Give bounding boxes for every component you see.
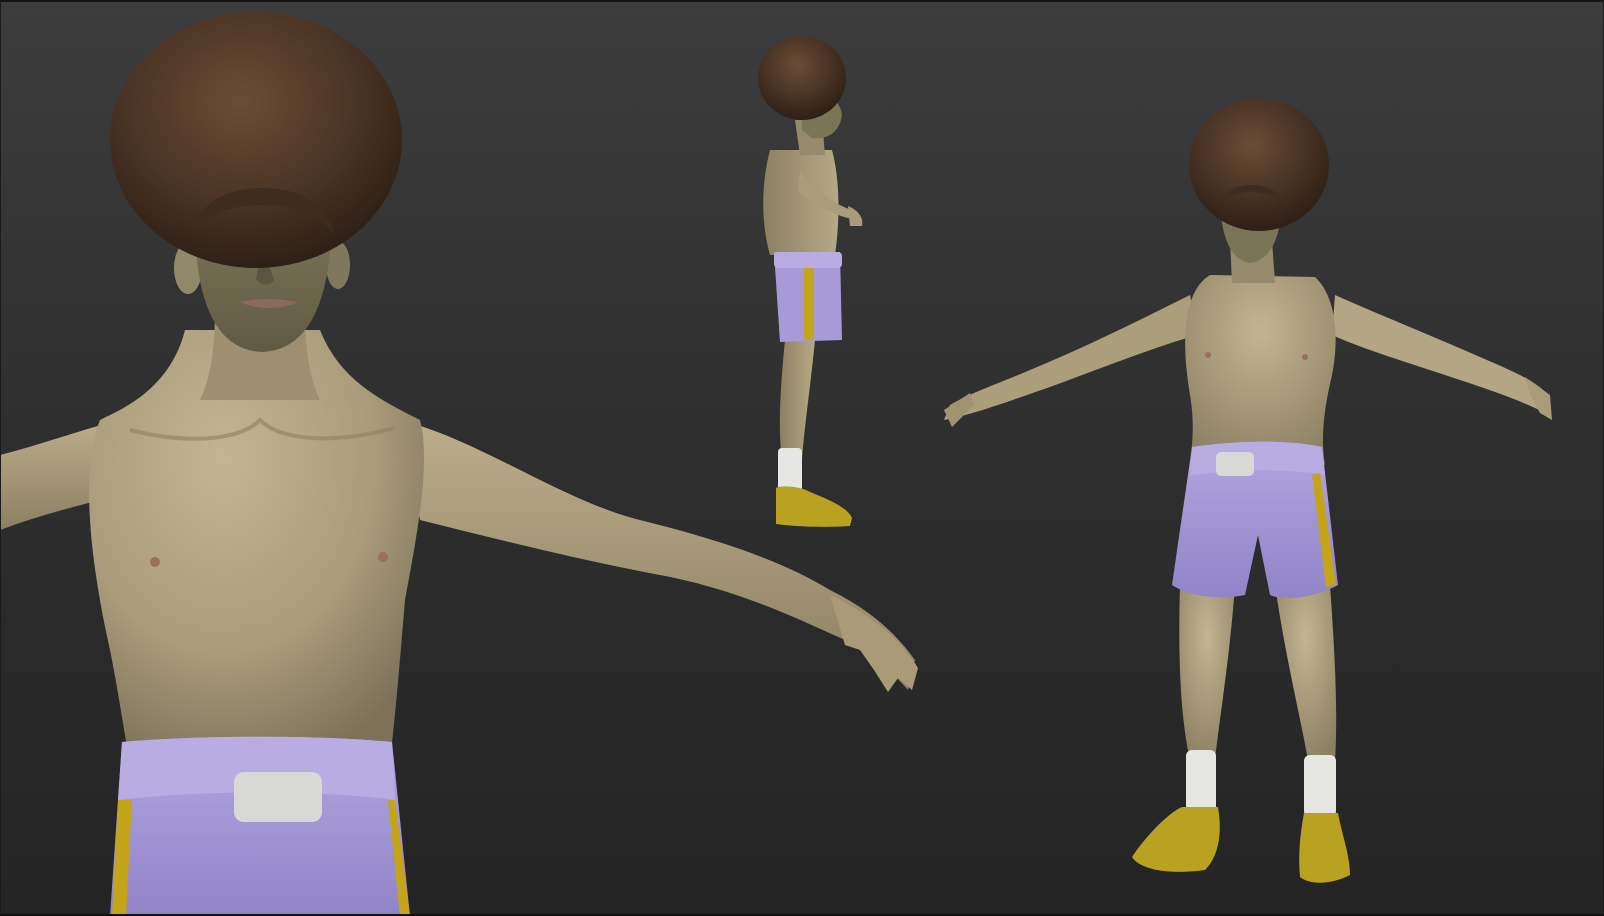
3d-viewport[interactable] (0, 0, 1604, 916)
nipple-left (150, 557, 160, 567)
sock (778, 448, 802, 492)
stripe (804, 268, 814, 340)
sock-right (1304, 755, 1336, 817)
shoe-right (1299, 813, 1350, 883)
leg-right (1275, 585, 1337, 760)
sock-left (1186, 750, 1216, 812)
side-figure (758, 36, 863, 527)
nipple-right (378, 552, 388, 562)
hair-afro (1189, 99, 1329, 231)
nipple-right (1302, 354, 1308, 360)
arm-left (944, 295, 1198, 420)
belt-buckle (1216, 452, 1254, 476)
hand (848, 206, 863, 226)
hand-right (830, 595, 918, 692)
arm-right (1332, 295, 1548, 413)
shoe-left (1132, 807, 1220, 872)
shoe (776, 486, 852, 527)
belt-buckle (234, 772, 322, 822)
nipple-left (1205, 352, 1211, 358)
leg (779, 340, 815, 460)
fullbody-figure (944, 99, 1552, 883)
hair-afro (758, 36, 846, 120)
hair-afro (110, 12, 402, 268)
waistband (1190, 441, 1325, 475)
waistband (774, 252, 842, 268)
torso (1185, 275, 1336, 465)
leg-left (1179, 585, 1235, 760)
